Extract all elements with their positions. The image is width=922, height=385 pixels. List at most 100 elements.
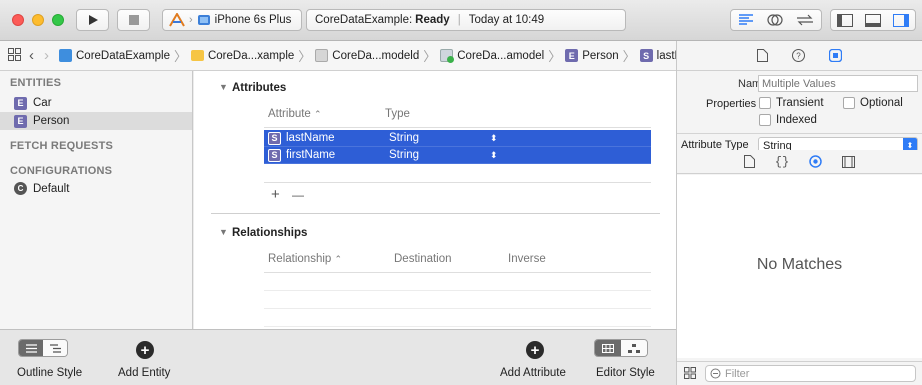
chevron-right-icon: 〉 (622, 49, 636, 64)
utilities-toggle-icon[interactable] (893, 13, 909, 27)
checkbox-box[interactable] (759, 114, 771, 126)
entity-item-car[interactable]: E Car (0, 94, 192, 112)
status-time: Today at 10:49 (468, 14, 545, 26)
checkbox-box[interactable] (843, 97, 855, 109)
entities-header: ENTITIES (10, 77, 62, 89)
jump-bar: ‹ › CoreDataExample 〉 CoreDa...xample 〉 … (0, 41, 705, 71)
close-window-button[interactable] (12, 14, 24, 26)
entity-label: Person (33, 115, 70, 127)
media-library-icon[interactable] (842, 155, 856, 168)
crumb-folder-label: CoreDa...xample (207, 49, 295, 62)
type-popup-chevron-icon[interactable]: ⬍ (490, 133, 498, 144)
checkbox-box[interactable] (759, 97, 771, 109)
object-library-icon[interactable] (809, 155, 822, 168)
add-attribute-button[interactable]: + (526, 341, 544, 359)
attribute-name[interactable]: lastName (286, 132, 335, 144)
string-attribute-icon: S (268, 148, 281, 162)
back-arrow-icon[interactable]: ‹ (29, 47, 34, 64)
stop-icon (128, 15, 139, 25)
crumb-model[interactable]: CoreDa...amodel (440, 49, 544, 63)
editor-mode-segmented[interactable] (730, 9, 822, 31)
run-button[interactable] (76, 9, 109, 31)
grid-view-icon[interactable] (684, 367, 696, 379)
destination-column-header[interactable]: Destination (394, 253, 452, 265)
type-popup-chevron-icon[interactable]: ⬍ (490, 150, 498, 161)
data-model-inspector-icon[interactable] (829, 49, 842, 62)
crumb-project[interactable]: CoreDataExample (59, 49, 170, 62)
crumb-modeld[interactable]: CoreDa...modeld (315, 49, 419, 62)
crumb-folder[interactable]: CoreDa...xample (190, 49, 295, 62)
stop-button[interactable] (117, 9, 150, 31)
entity-icon: E (565, 49, 579, 62)
transient-label: Transient (776, 97, 824, 109)
crumb-entity-label: Person (582, 49, 619, 62)
attribute-type[interactable]: String (389, 132, 419, 144)
header-divider (264, 127, 651, 128)
table-bottom-line (264, 182, 651, 183)
no-matches-label: No Matches (756, 256, 843, 273)
scheme-selector[interactable]: › iPhone 6s Plus (162, 9, 302, 31)
name-field[interactable] (758, 75, 918, 92)
section-divider (211, 213, 660, 214)
table-style-icon[interactable] (595, 340, 621, 356)
transient-checkbox[interactable]: Transient (759, 97, 824, 109)
indexed-checkbox[interactable]: Indexed (759, 114, 817, 126)
sort-ascending-icon: ⌃ (334, 254, 343, 264)
relationships-row-line (264, 290, 651, 291)
attribute-type[interactable]: String (389, 149, 419, 161)
toolbar: › iPhone 6s Plus CoreDataExample: Ready … (0, 0, 922, 41)
inspector-tabs: ? (677, 41, 922, 71)
type-column-header[interactable]: Type (385, 108, 410, 120)
entity-item-person[interactable]: E Person (0, 112, 192, 130)
model-file-icon (440, 49, 455, 63)
navigator-toggle-icon[interactable] (837, 13, 853, 27)
debug-area-toggle-icon[interactable] (865, 13, 881, 27)
relationship-column-header[interactable]: Relationship ⌃ (268, 253, 342, 265)
forward-arrow-icon[interactable]: › (44, 47, 49, 64)
config-item-default[interactable]: C Default (14, 182, 69, 195)
entity-label: Car (33, 97, 52, 109)
related-items-grid-icon[interactable] (8, 47, 21, 64)
panel-toggles[interactable] (830, 9, 916, 31)
activity-status-bar: CoreDataExample: Ready | Today at 10:49 (306, 9, 626, 31)
plus-icon: + (530, 341, 540, 359)
editor-bottom-bar (0, 329, 676, 385)
version-editor-icon[interactable] (796, 14, 814, 26)
quick-help-icon[interactable]: ? (792, 49, 805, 62)
remove-attribute-minus-button[interactable]: — (292, 188, 304, 202)
standard-editor-icon[interactable] (738, 14, 754, 26)
attributes-disclosure-icon[interactable]: ▼ (219, 82, 228, 92)
attribute-row-firstname[interactable]: S firstName String ⬍ (264, 147, 651, 164)
attribute-row-lastname[interactable]: S lastName String ⬍ (264, 130, 651, 147)
zoom-window-button[interactable] (52, 14, 64, 26)
editor-style-segmented[interactable] (594, 339, 648, 357)
outline-style-segmented[interactable] (18, 339, 68, 357)
filter-field[interactable]: Filter (705, 365, 916, 382)
optional-checkbox[interactable]: Optional (843, 97, 903, 109)
entity-icon: E (14, 96, 27, 110)
add-attribute-label: Add Attribute (500, 367, 566, 379)
file-template-library-icon[interactable] (743, 155, 755, 168)
string-attribute-icon: S (268, 131, 281, 145)
attribute-column-header[interactable]: Attribute ⌃ (268, 108, 322, 120)
properties-label: Properties (706, 98, 757, 110)
file-inspector-icon[interactable] (757, 49, 768, 62)
relationships-disclosure-icon[interactable]: ▼ (219, 227, 228, 237)
code-snippet-library-icon[interactable]: {} (775, 155, 789, 169)
assistant-editor-icon[interactable] (767, 13, 783, 27)
relationships-header-divider (264, 272, 651, 273)
status-divider: | (457, 14, 461, 26)
graph-style-icon[interactable] (621, 340, 647, 356)
hierarchical-list-icon[interactable] (43, 340, 67, 356)
inverse-column-header[interactable]: Inverse (508, 253, 546, 265)
add-attribute-plus-button[interactable]: + (271, 186, 280, 203)
outline-style-label: Outline Style (17, 367, 83, 379)
add-entity-button[interactable]: + (136, 341, 154, 359)
relationship-column-label: Relationship (268, 253, 332, 265)
editor-style-label: Editor Style (596, 367, 655, 379)
minimize-window-button[interactable] (32, 14, 44, 26)
attribute-name[interactable]: firstName (286, 149, 335, 161)
flat-list-icon[interactable] (19, 340, 43, 356)
chevron-right-icon: 〉 (423, 49, 437, 64)
crumb-entity[interactable]: E Person (565, 49, 619, 62)
